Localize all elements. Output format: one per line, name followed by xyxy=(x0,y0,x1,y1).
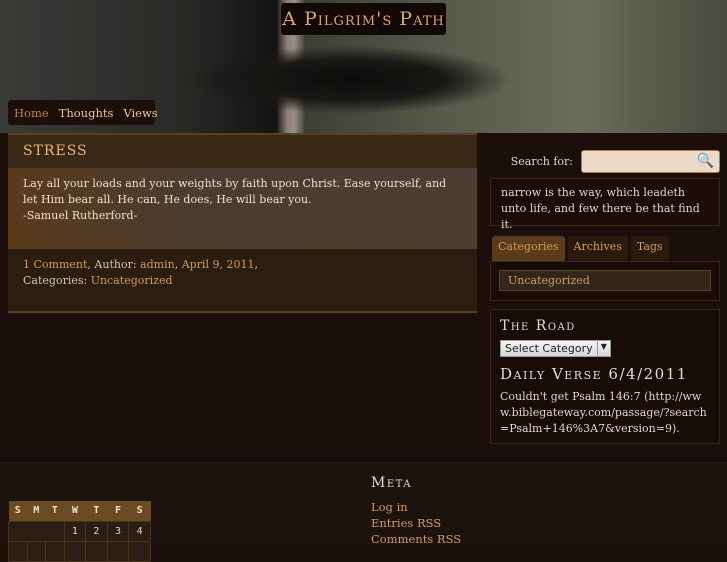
cal-day: M xyxy=(27,501,46,521)
nav-thoughts[interactable]: Thoughts xyxy=(59,106,114,120)
comments-link[interactable]: 1 Comment xyxy=(23,258,87,271)
select-value: Select Category xyxy=(505,342,593,355)
post-attribution: -Samuel Rutherford- xyxy=(23,209,138,222)
cal-day: S xyxy=(8,501,28,521)
author-label: , Author: xyxy=(87,258,141,271)
road-title: The Road xyxy=(500,318,576,334)
main-nav: Home Thoughts Views xyxy=(8,100,158,125)
cal-date: 3 xyxy=(106,520,130,542)
category-link[interactable]: Uncategorized xyxy=(91,274,173,287)
login-link[interactable]: Log in xyxy=(371,499,461,515)
search-label: Search for: xyxy=(510,154,573,168)
site-title[interactable]: A Pilgrim's Path xyxy=(281,3,446,35)
daily-verse-text: Couldn't get Psalm 146:7 (http://www.bib… xyxy=(500,390,707,435)
author-link[interactable]: admin xyxy=(140,258,175,271)
post: STRESS Lay all your loads and your weigh… xyxy=(8,133,477,313)
category-item[interactable]: Uncategorized xyxy=(499,270,711,291)
post-quote: Lay all your loads and your weights by f… xyxy=(23,177,447,206)
sep: , xyxy=(254,258,258,271)
date-link[interactable]: April 9, 2011 xyxy=(182,258,255,271)
entries-rss-link[interactable]: Entries RSS xyxy=(371,515,461,531)
widget-tabs: Categories Archives Tags xyxy=(492,236,720,261)
daily-verse-title: Daily Verse 6/4/2011 xyxy=(500,365,688,383)
sidebar: Search for: 🔍 narrow is the way, which l… xyxy=(490,133,720,444)
tab-categories[interactable]: Categories xyxy=(492,236,565,261)
search-form: Search for: 🔍 xyxy=(490,149,720,173)
footer: SMTWTFS 1234 Meta Log in Entries RSS Com… xyxy=(0,460,727,562)
chevron-down-icon: ▼ xyxy=(596,341,610,356)
search-icon[interactable]: 🔍 xyxy=(697,153,714,169)
post-body: Lay all your loads and your weights by f… xyxy=(8,168,477,248)
header-banner: A Pilgrim's Path Home Thoughts Views xyxy=(0,0,727,133)
road-widget: The Road Select Category ▼ Daily Verse 6/… xyxy=(490,309,720,444)
calendar: SMTWTFS 1234 xyxy=(8,501,151,562)
nav-views[interactable]: Views xyxy=(123,106,157,120)
tab-tags[interactable]: Tags xyxy=(630,236,669,261)
post-title[interactable]: STRESS xyxy=(8,133,477,168)
tab-archives[interactable]: Archives xyxy=(567,236,628,261)
cal-day: T xyxy=(45,501,65,521)
tab-panel: Uncategorized xyxy=(490,261,720,301)
cal-empty xyxy=(8,520,65,542)
nav-home[interactable]: Home xyxy=(14,106,49,120)
cal-day: S xyxy=(128,501,151,521)
cal-date: 2 xyxy=(85,520,108,542)
cal-day: W xyxy=(64,501,86,521)
sep: , xyxy=(174,258,182,271)
cal-day: F xyxy=(107,501,129,521)
category-select[interactable]: Select Category ▼ xyxy=(500,340,611,357)
post-meta: 1 Comment, Author: admin, April 9, 2011,… xyxy=(8,248,477,311)
verse-quote: narrow is the way, which leadeth unto li… xyxy=(490,178,720,231)
cal-date: 1 xyxy=(63,520,87,542)
cal-day: T xyxy=(85,501,108,521)
categories-label: Categories: xyxy=(23,274,91,287)
meta-title: Meta xyxy=(371,475,412,491)
cal-date: 4 xyxy=(128,520,151,542)
meta-widget: Meta Log in Entries RSS Comments RSS xyxy=(371,475,461,547)
